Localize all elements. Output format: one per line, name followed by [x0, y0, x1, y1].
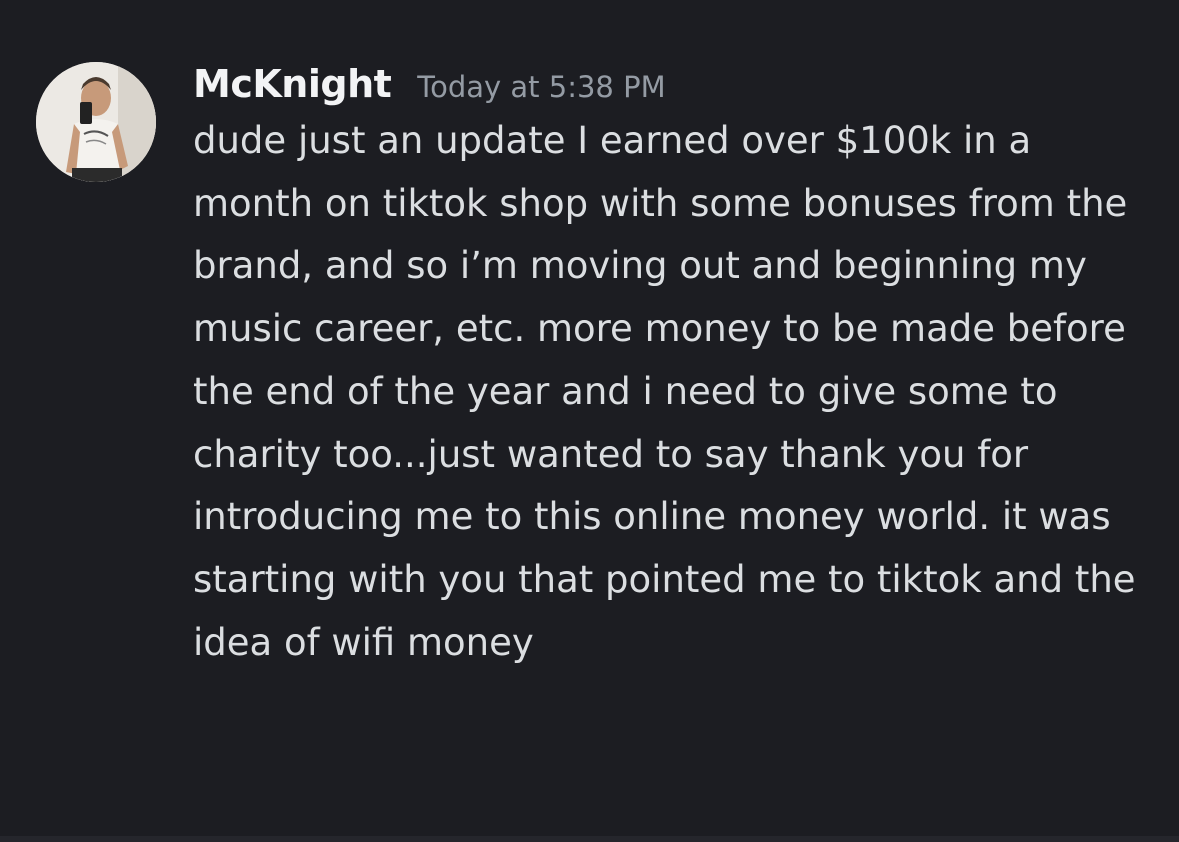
message-header: McKnight Today at 5:38 PM	[193, 56, 1153, 112]
bottom-divider	[0, 836, 1179, 842]
username[interactable]: McKnight	[193, 56, 392, 112]
message-body: dude just an update I earned over $100k …	[193, 119, 1136, 664]
chat-screen: McKnight Today at 5:38 PM dude just an u…	[0, 0, 1179, 842]
message-content: McKnight Today at 5:38 PM dude just an u…	[193, 56, 1153, 674]
message-timestamp: Today at 5:38 PM	[417, 70, 666, 104]
user-avatar[interactable]	[36, 62, 156, 182]
user-avatar-photo-icon	[36, 62, 156, 182]
